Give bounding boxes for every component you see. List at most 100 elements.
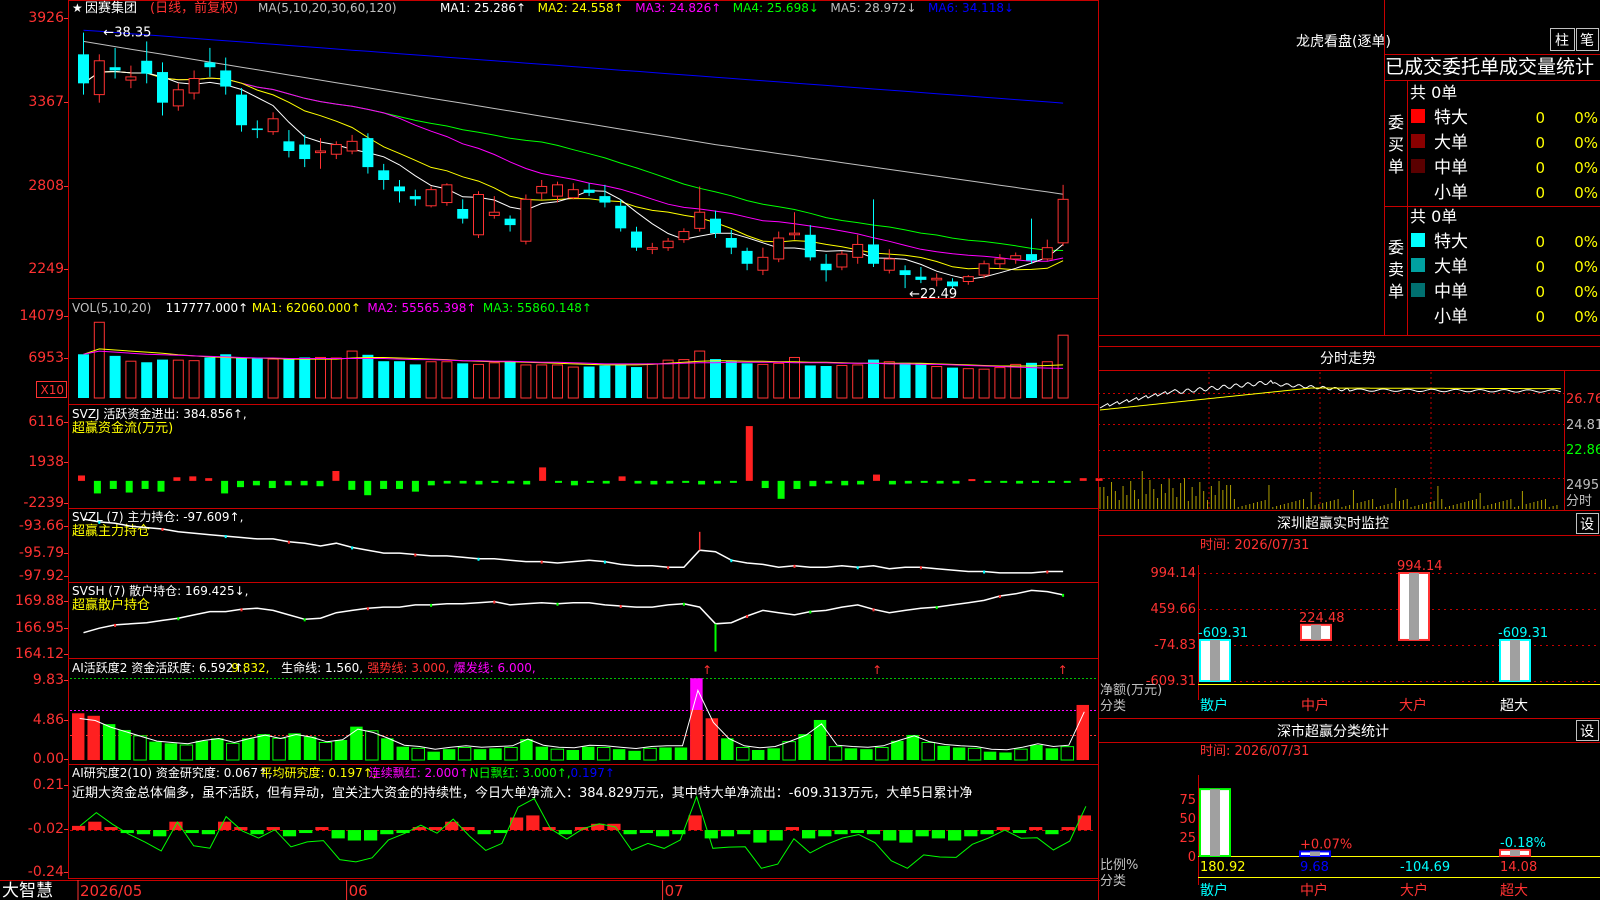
ai-active-bar: [303, 736, 317, 760]
volume-bar: [457, 363, 469, 398]
svzj-bar: [396, 480, 403, 489]
candle-body: [852, 243, 864, 258]
intraday-y-tick: 22.86: [1566, 443, 1600, 458]
candle-body: [141, 60, 153, 74]
svzj-bar: [793, 480, 801, 489]
svzj-subtitle: 超赢资金流(万元): [72, 420, 173, 436]
stock-name[interactable]: 因赛集团: [85, 0, 137, 16]
volume-bar: [172, 359, 184, 399]
svzj-bar: [93, 480, 101, 494]
ai-active-bar: [952, 747, 966, 760]
buy-side-label: 单: [1388, 157, 1404, 176]
svzj-bar: [268, 480, 276, 489]
ai-active-bar: [798, 734, 811, 760]
ai-research-panel-frame: [68, 764, 1099, 879]
ai-active-bar: [906, 734, 919, 760]
ai-active-bar: [87, 715, 100, 760]
svzj-bar: [173, 477, 181, 481]
period-label[interactable]: (日线，前复权): [150, 0, 238, 16]
svzl-dot: [603, 560, 606, 564]
ai-research-bar: [802, 830, 816, 839]
ai-active-bar: [226, 742, 240, 761]
candle-body: [962, 276, 974, 282]
svzj-y-tick: 1938: [28, 454, 64, 470]
sz-classify-category: 散户: [1200, 882, 1228, 899]
candle-body: [836, 253, 848, 268]
sz-classify-pct-label: -0.18%: [1500, 836, 1546, 851]
volume-bar: [710, 359, 721, 398]
ai-active-bar: [535, 746, 549, 760]
favorite-star-icon[interactable]: ★: [72, 1, 83, 15]
sz-classify-y-tick: 50: [1179, 812, 1196, 827]
svzl-dot: [287, 540, 290, 544]
intraday-y-tick: 24.81: [1566, 418, 1600, 433]
ai-active-bar: [365, 730, 379, 761]
svzj-bar: [650, 480, 658, 485]
svzj-bar: [634, 480, 642, 484]
candle-body: [868, 244, 879, 264]
panel-frames: [0, 0, 1100, 900]
ma-legend-item: MA5: 28.972↓: [830, 1, 916, 15]
low-marker: ←22.49: [909, 287, 957, 302]
svzl-dot: [730, 559, 733, 563]
candle-body: [125, 76, 137, 81]
intraday-lines: [1099, 379, 1561, 509]
svzl-dot: [667, 566, 670, 570]
buy-row-swatch: [1411, 134, 1425, 148]
candle-body: [662, 240, 674, 249]
ai-active-bar: [736, 746, 750, 761]
sz-monitor-y-tick: -74.83: [1154, 638, 1196, 653]
ai-research-bar: [282, 830, 297, 837]
sz-classify-bar-shade: [1210, 789, 1220, 856]
candle-body: [820, 263, 832, 271]
intraday-title: 分时走势: [1320, 351, 1376, 367]
candle-body: [646, 247, 658, 250]
ai-research-comment: 近期大资金总体偏多，虽不活跃，但有异动，宜关注大资金的持续性，今日大单净流入：3…: [72, 785, 972, 801]
ai-active-bar: [504, 746, 518, 761]
svzj-bar: [984, 480, 992, 483]
svsh-y-tick: 169.88: [15, 593, 64, 609]
volume-bar: [915, 363, 927, 398]
ma-legend-item: MA2: 24.558↑: [538, 1, 624, 15]
ai-active-bar: [164, 743, 178, 760]
ai-active-bar: [767, 748, 780, 760]
svzl-dot: [351, 546, 354, 550]
volume-bar: [1010, 363, 1022, 399]
ai-active-bar: [875, 746, 889, 761]
candle-body: [188, 78, 200, 94]
svzj-bar: [666, 480, 674, 484]
svsh-dot: [746, 615, 749, 618]
svzj-bar: [857, 480, 865, 485]
sz-classify-category: 中户: [1300, 882, 1328, 899]
candle-body: [615, 205, 627, 229]
svzj-bar: [316, 480, 324, 487]
volume-bar: [1057, 334, 1069, 399]
ai-research-bar: [996, 827, 1010, 831]
svzl-dot: [477, 557, 480, 561]
candle-body: [157, 72, 168, 103]
svsh-dot: [1062, 593, 1065, 597]
volume-bar: [931, 366, 943, 399]
candle-body: [93, 60, 105, 96]
candle-body: [78, 54, 89, 84]
vol-header-item: MA2: 55565.398↑: [367, 301, 476, 315]
svzj-bar: [586, 480, 594, 483]
svzj-bar: [237, 480, 244, 488]
volume-bar: [204, 357, 216, 398]
dragon-table: 委买单委卖单共 0单共 0单特大 0 0%大单 0 0%中单 0 0%小单 0 0%特大 0 0%大…: [1388, 83, 1598, 327]
ai-research-bar: [1029, 827, 1043, 831]
ai-active-bars: ↑ ↑ ↑: [70, 663, 1096, 761]
volume-bar: [473, 363, 484, 399]
buy-row-count: 0: [1535, 184, 1545, 202]
volume-bar: [109, 355, 121, 398]
buy-row-count: 0: [1535, 134, 1545, 152]
ai-research-bar: [948, 830, 962, 841]
candle-body: [378, 170, 390, 180]
svsh-y-tick: 164.12: [15, 646, 64, 662]
svzj-bar: [745, 426, 753, 481]
svzl-dot: [856, 566, 859, 570]
sz-monitor-category: 中户: [1301, 697, 1329, 714]
x-axis-labels: 2026/05 06 07: [77, 880, 684, 900]
ai-research-bar: [104, 827, 118, 831]
candle-body: [1026, 254, 1037, 261]
